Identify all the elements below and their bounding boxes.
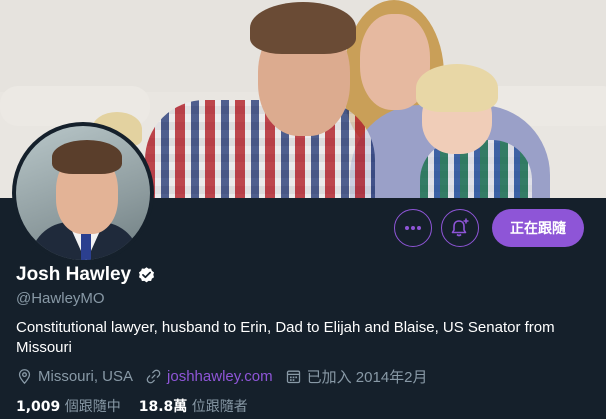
avatar-hair — [52, 140, 122, 174]
website-item[interactable]: joshhawley.com — [145, 368, 273, 385]
joined-text: 已加入 2014年2月 — [306, 369, 428, 386]
followers-stat[interactable]: 18.8萬 位跟隨者 — [139, 396, 248, 416]
following-unit: 個 — [64, 399, 79, 415]
more-dots-icon — [405, 226, 421, 230]
avatar-tie — [81, 230, 91, 260]
avatar[interactable] — [16, 126, 150, 260]
location-pin-icon — [18, 369, 31, 385]
following-count: 1,009 — [16, 399, 61, 415]
following-label: 跟隨中 — [78, 399, 121, 415]
profile-name: Josh Hawley — [16, 264, 132, 285]
avatar-frame[interactable] — [12, 122, 154, 264]
followers-count: 18.8萬 — [138, 399, 188, 415]
location-text: Missouri, USA — [38, 368, 134, 385]
profile-meta: Missouri, USA joshhawley.com 已加入 2014年2月 — [16, 366, 440, 387]
link-icon — [146, 369, 161, 384]
notifications-button[interactable] — [441, 209, 479, 247]
profile-name-row: Josh Hawley — [16, 264, 156, 286]
bell-plus-icon — [451, 218, 469, 237]
calendar-icon — [286, 370, 300, 384]
verified-badge-icon — [139, 266, 155, 282]
profile-stats: 1,009 個跟隨中 18.8萬 位跟隨者 — [16, 396, 266, 416]
following-stat[interactable]: 1,009 個跟隨中 — [16, 396, 121, 416]
followers-unit: 位 — [191, 399, 206, 415]
location-item: Missouri, USA — [16, 368, 133, 385]
profile-handle: @HawleyMO — [16, 290, 105, 307]
profile-bio: Constitutional lawyer, husband to Erin, … — [16, 319, 555, 356]
banner-man-hair — [250, 2, 356, 54]
banner-boy-hair — [416, 64, 498, 112]
website-link[interactable]: joshhawley.com — [167, 368, 273, 385]
following-button[interactable]: 正在跟隨 — [492, 209, 584, 247]
followers-label: 跟隨者 — [205, 399, 248, 415]
more-button[interactable] — [394, 209, 432, 247]
joined-item: 已加入 2014年2月 — [285, 366, 428, 387]
